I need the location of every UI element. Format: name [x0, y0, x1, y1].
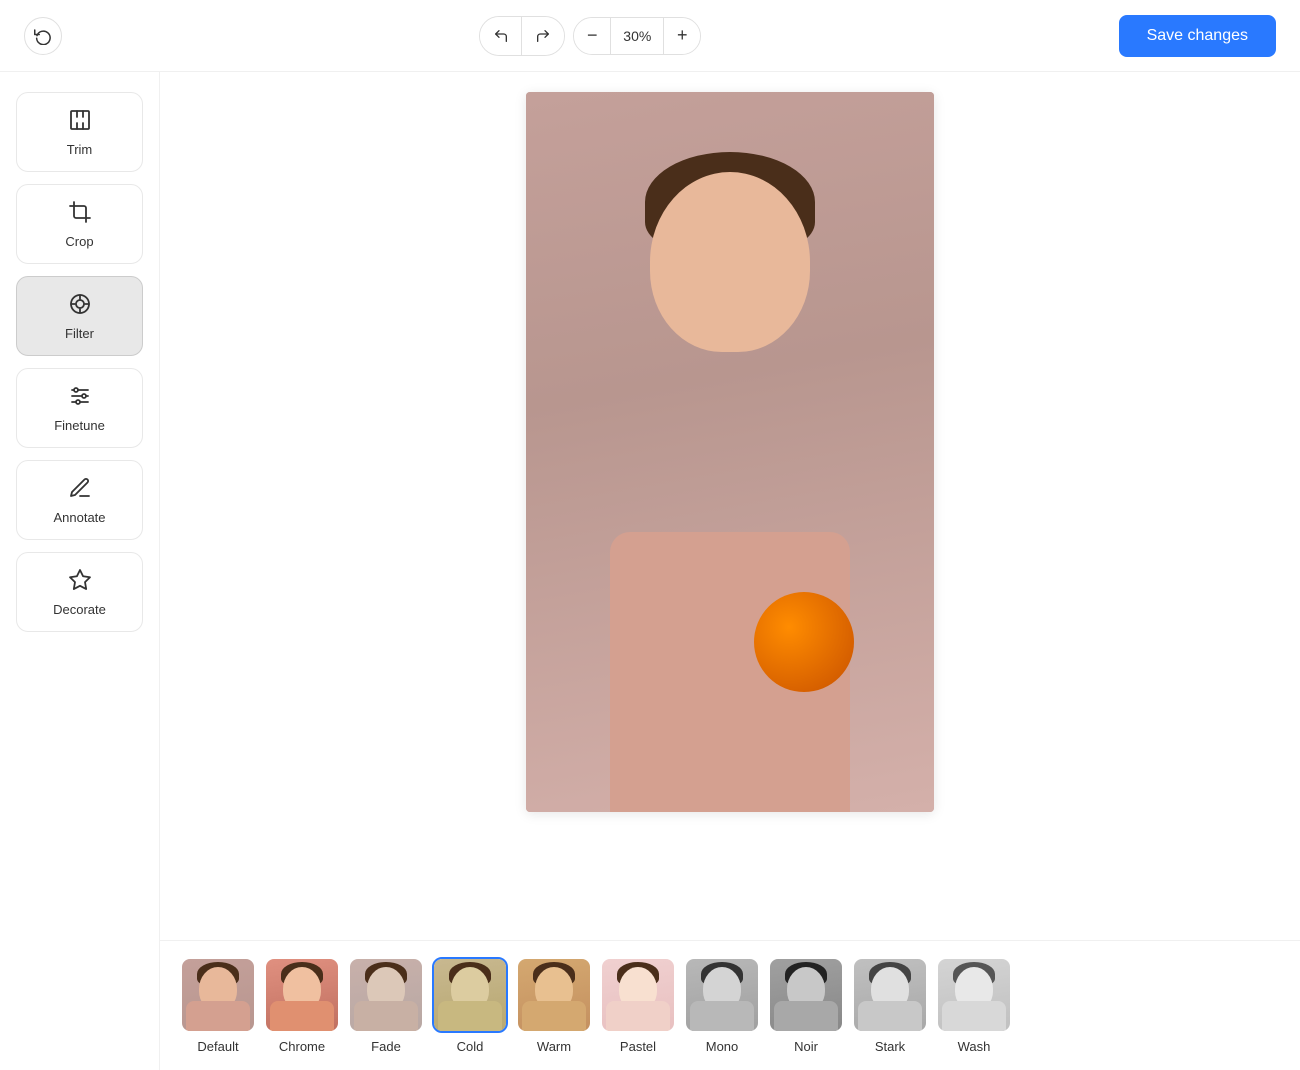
- filter-mono-thumb: [684, 957, 760, 1033]
- canvas-image: [526, 92, 934, 812]
- filter-pastel-thumb: [600, 957, 676, 1033]
- filter-wash-label: Wash: [958, 1039, 991, 1054]
- undo-redo-group: [479, 16, 565, 56]
- filter-wash-thumb: [936, 957, 1012, 1033]
- tool-annotate[interactable]: Annotate: [16, 460, 143, 540]
- filter-cold-label: Cold: [457, 1039, 484, 1054]
- tool-crop-label: Crop: [65, 234, 93, 249]
- tool-filter-label: Filter: [65, 326, 94, 341]
- top-bar-left: [24, 17, 62, 55]
- filter-stark-label: Stark: [875, 1039, 905, 1054]
- filter-wash[interactable]: Wash: [936, 957, 1012, 1054]
- filter-cold[interactable]: Cold: [432, 957, 508, 1054]
- filter-stark[interactable]: Stark: [852, 957, 928, 1054]
- filter-noir-thumb: [768, 957, 844, 1033]
- tool-decorate[interactable]: Decorate: [16, 552, 143, 632]
- face-element: [650, 172, 810, 352]
- tool-annotate-label: Annotate: [53, 510, 105, 525]
- undo-button[interactable]: [480, 17, 522, 55]
- top-bar-right: Save changes: [1119, 15, 1276, 57]
- zoom-in-button[interactable]: +: [664, 17, 700, 55]
- filter-warm[interactable]: Warm: [516, 957, 592, 1054]
- history-button[interactable]: [24, 17, 62, 55]
- canvas-section: Default Chrome: [160, 72, 1300, 1070]
- tool-trim-label: Trim: [67, 142, 93, 157]
- tool-decorate-label: Decorate: [53, 602, 106, 617]
- portrait-image: [526, 92, 934, 812]
- filter-strip: Default Chrome: [160, 940, 1300, 1070]
- decorate-icon: [68, 568, 92, 596]
- top-bar: − 30% + Save changes: [0, 0, 1300, 72]
- tool-trim[interactable]: Trim: [16, 92, 143, 172]
- canvas-area: [160, 72, 1300, 940]
- filter-fade-label: Fade: [371, 1039, 401, 1054]
- filter-stark-thumb: [852, 957, 928, 1033]
- crop-icon: [68, 200, 92, 228]
- filter-default[interactable]: Default: [180, 957, 256, 1054]
- main-layout: Trim Crop: [0, 72, 1300, 1070]
- filter-fade-thumb: [348, 957, 424, 1033]
- top-bar-center: − 30% +: [479, 16, 701, 56]
- filter-chrome-label: Chrome: [279, 1039, 325, 1054]
- filter-icon: [68, 292, 92, 320]
- zoom-group: − 30% +: [573, 17, 701, 55]
- filter-default-label: Default: [197, 1039, 238, 1054]
- tool-crop[interactable]: Crop: [16, 184, 143, 264]
- save-changes-button[interactable]: Save changes: [1119, 15, 1276, 57]
- zoom-out-button[interactable]: −: [574, 17, 610, 55]
- tool-finetune[interactable]: Finetune: [16, 368, 143, 448]
- filter-default-thumb: [180, 957, 256, 1033]
- filter-pastel[interactable]: Pastel: [600, 957, 676, 1054]
- filter-mono-label: Mono: [706, 1039, 739, 1054]
- filter-mono[interactable]: Mono: [684, 957, 760, 1054]
- filter-fade[interactable]: Fade: [348, 957, 424, 1054]
- filter-pastel-label: Pastel: [620, 1039, 656, 1054]
- trim-icon: [68, 108, 92, 136]
- filter-chrome[interactable]: Chrome: [264, 957, 340, 1054]
- filter-cold-thumb: [432, 957, 508, 1033]
- filter-chrome-thumb: [264, 957, 340, 1033]
- finetune-icon: [68, 384, 92, 412]
- tool-finetune-label: Finetune: [54, 418, 105, 433]
- sidebar: Trim Crop: [0, 72, 160, 1070]
- filter-warm-thumb: [516, 957, 592, 1033]
- filter-noir[interactable]: Noir: [768, 957, 844, 1054]
- tool-filter[interactable]: Filter: [16, 276, 143, 356]
- filter-warm-label: Warm: [537, 1039, 571, 1054]
- annotate-icon: [68, 476, 92, 504]
- filter-noir-label: Noir: [794, 1039, 818, 1054]
- redo-button[interactable]: [522, 17, 564, 55]
- fruit-element: [754, 592, 854, 692]
- zoom-value: 30%: [610, 18, 664, 54]
